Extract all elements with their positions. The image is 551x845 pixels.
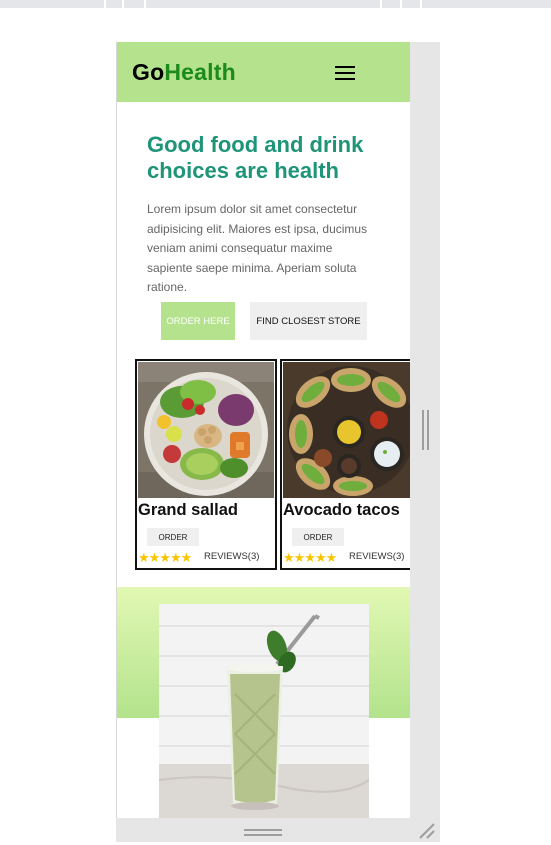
- salad-image: [138, 362, 274, 498]
- resize-handle-icon[interactable]: [244, 828, 282, 838]
- tacos-image: [283, 362, 410, 498]
- toolbar-divider: [420, 0, 422, 8]
- toolbar-divider: [380, 0, 382, 8]
- toolbar-divider: [122, 0, 124, 8]
- site-logo[interactable]: GoHealth: [132, 59, 236, 86]
- order-here-button[interactable]: ORDER HERE: [161, 302, 235, 340]
- reviews-link[interactable]: REVIEWS(3): [204, 551, 259, 562]
- resize-handle-icon[interactable]: [422, 410, 430, 450]
- reviews-link[interactable]: REVIEWS(3): [349, 551, 404, 562]
- logo-health: Health: [164, 59, 236, 85]
- product-card: Grand sallad ORDER ★★★★★ REVIEWS(3): [135, 359, 277, 570]
- product-name: Grand sallad: [138, 501, 238, 519]
- page-viewport: GoHealth Good food and drink choices are…: [116, 42, 410, 818]
- rating-stars: ★★★★★: [138, 550, 192, 565]
- hero-title: Good food and drink choices are health: [147, 132, 364, 183]
- order-button[interactable]: ORDER: [147, 528, 199, 546]
- logo-go: Go: [132, 59, 165, 85]
- browser-top-bar: [0, 0, 551, 8]
- menu-icon[interactable]: [335, 65, 355, 81]
- site-header: GoHealth: [117, 42, 410, 102]
- toolbar-divider: [104, 0, 106, 8]
- rating-stars: ★★★★★: [283, 550, 337, 565]
- product-card: Avocado tacos ORDER ★★★★★ REVIEWS(3): [280, 359, 410, 570]
- toolbar-divider: [400, 0, 402, 8]
- hero-text: Lorem ipsum dolor sit amet consectetur a…: [147, 202, 368, 294]
- smoothie-image: [159, 604, 369, 818]
- resize-corner-icon[interactable]: [418, 822, 436, 840]
- responsive-device-frame: GoHealth Good food and drink choices are…: [116, 42, 440, 842]
- toolbar-divider: [144, 0, 146, 8]
- find-closest-store-button[interactable]: FIND CLOSEST STORE: [250, 302, 367, 340]
- order-button[interactable]: ORDER: [292, 528, 344, 546]
- product-name: Avocado tacos: [283, 501, 400, 519]
